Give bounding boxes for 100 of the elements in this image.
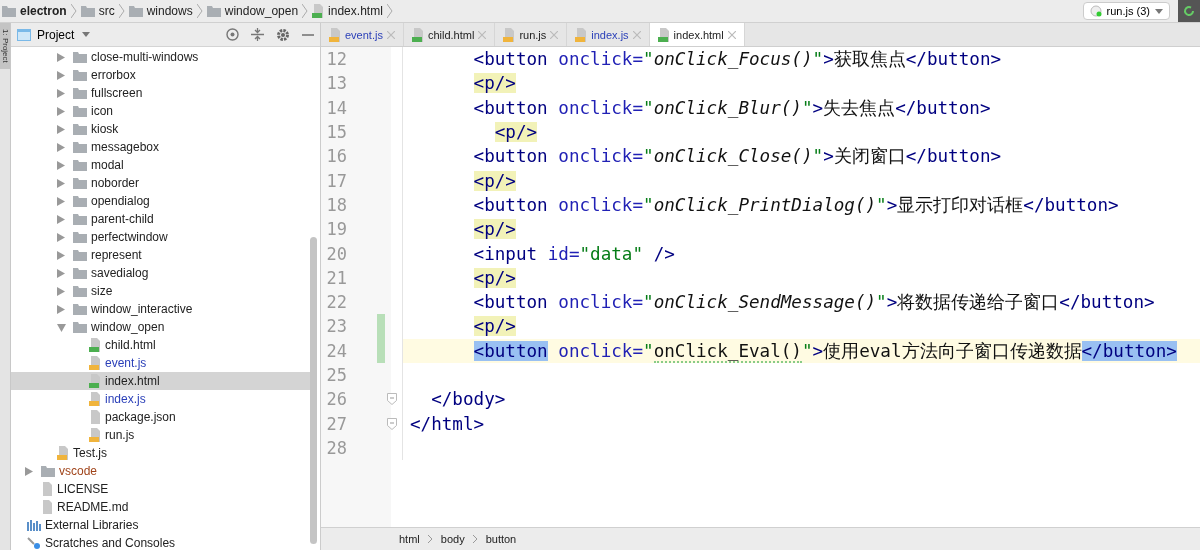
caret-icon [82,32,91,37]
tree-item[interactable]: event.js [11,354,310,372]
collapsed-arrow-icon[interactable] [57,286,66,296]
line-number: 19 [325,219,347,240]
file-icon [575,27,588,42]
collapse-all-icon[interactable] [251,28,264,41]
file-icon [89,392,101,406]
collapsed-arrow-icon[interactable] [57,178,66,188]
breadcrumb-item[interactable]: window_open [206,4,299,18]
line-number: 27 [325,413,347,434]
breadcrumb-item[interactable]: electron [2,4,67,18]
editor-tab[interactable]: index.js [567,23,650,46]
fold-icon[interactable] [387,417,397,430]
collapsed-arrow-icon[interactable] [57,52,66,62]
locate-icon[interactable] [226,28,239,41]
tree-item[interactable]: messagebox [11,138,310,156]
code-line: <button onclick="onClick_Eval()">使用eval方法向子窗口传递数据</button> [472,339,1177,363]
close-icon[interactable] [632,30,641,39]
close-icon[interactable] [550,30,559,39]
editor-tab[interactable]: child.html [403,23,496,46]
folder-icon [73,195,87,207]
tree-item[interactable]: index.html [11,372,310,390]
scrollbar[interactable] [310,237,317,544]
tree-item[interactable]: modal [11,156,310,174]
tree-item[interactable]: errorbox [11,66,310,84]
collapsed-arrow-icon[interactable] [57,232,66,242]
project-view-dropdown[interactable]: Project [37,27,91,42]
collapsed-arrow-icon[interactable] [25,466,34,476]
collapsed-arrow-icon[interactable] [57,106,66,116]
tree-item[interactable]: perfectwindow [11,228,310,246]
tree-item[interactable]: fullscreen [11,84,310,102]
tree-item[interactable]: index.js [11,390,310,408]
collapsed-arrow-icon[interactable] [57,142,66,152]
run-configuration-dropdown[interactable]: run.js (3) [1082,2,1170,20]
file-icon [411,27,424,42]
folder-icon [73,87,87,99]
collapsed-arrow-icon[interactable] [57,250,66,260]
file-icon [89,428,101,442]
tree-item[interactable]: size [11,282,310,300]
tree-item[interactable]: savedialog [11,264,310,282]
folder-icon [73,69,87,81]
folder-icon [73,141,87,153]
settings-icon[interactable] [276,27,290,42]
tree-item[interactable]: parent-child [11,210,310,228]
file-icon [89,356,101,370]
tree-item[interactable]: close-multi-windows [11,48,310,66]
collapsed-arrow-icon[interactable] [57,304,66,314]
file-icon [89,338,101,352]
tree-item[interactable]: External Libraries [11,516,310,534]
editor-tab[interactable]: event.js [321,23,404,46]
tree-item[interactable]: window_interactive [11,300,310,318]
tree-item[interactable]: noborder [11,174,310,192]
structure-path-item[interactable]: button [485,533,517,545]
project-tool-window-tab[interactable]: 1: Project [0,23,10,69]
tree-item[interactable]: package.json [11,408,310,426]
tree-item[interactable]: LICENSE [11,480,310,498]
tree-item[interactable]: represent [11,246,310,264]
expanded-arrow-icon[interactable] [57,322,66,332]
tree-item[interactable]: opendialog [11,192,310,210]
folder-icon [73,285,87,297]
structure-path-item[interactable]: html [399,533,420,545]
folder-icon [73,123,87,135]
folder-icon [73,159,87,171]
close-icon[interactable] [386,30,395,39]
folder-icon [206,5,221,17]
tree-item[interactable]: Test.js [11,444,310,462]
collapsed-arrow-icon[interactable] [57,196,66,206]
collapsed-arrow-icon[interactable] [57,124,66,134]
tree-item[interactable]: README.md [11,498,310,516]
tree-item[interactable]: window_open [11,318,310,336]
breadcrumb-item[interactable]: index.html [312,4,383,18]
collapsed-arrow-icon[interactable] [57,160,66,170]
breadcrumb-item[interactable]: src [80,4,115,18]
folder-icon [73,321,87,333]
fold-icon[interactable] [387,393,397,406]
collapsed-arrow-icon[interactable] [57,214,66,224]
folder-icon [128,5,143,17]
tree-item[interactable]: vscode [11,462,310,480]
line-number: 26 [325,389,347,410]
editor-tab[interactable]: index.html [649,23,745,46]
line-number: 13 [325,73,347,94]
rerun-button[interactable] [1178,0,1200,22]
tree-item[interactable]: icon [11,102,310,120]
file-icon [503,27,516,42]
tree-item[interactable]: Scratches and Consoles [11,534,310,550]
collapsed-arrow-icon[interactable] [57,88,66,98]
code-line: <button onclick="onClick_Focus()">获取焦点</button> [472,48,1002,72]
tree-item[interactable]: child.html [11,336,310,354]
close-icon[interactable] [727,30,736,39]
breadcrumb-item[interactable]: windows [128,4,193,18]
file-icon [41,482,53,496]
collapsed-arrow-icon[interactable] [57,70,66,80]
editor-tab[interactable]: run.js [495,23,568,46]
line-number: 18 [325,194,347,215]
tree-item[interactable]: kiosk [11,120,310,138]
close-icon[interactable] [478,30,487,39]
structure-path-item[interactable]: body [440,533,465,545]
code-line: <button onclick="onClick_Close()">关闭窗口</button> [472,145,1002,169]
collapsed-arrow-icon[interactable] [57,268,66,278]
tree-item[interactable]: run.js [11,426,310,444]
